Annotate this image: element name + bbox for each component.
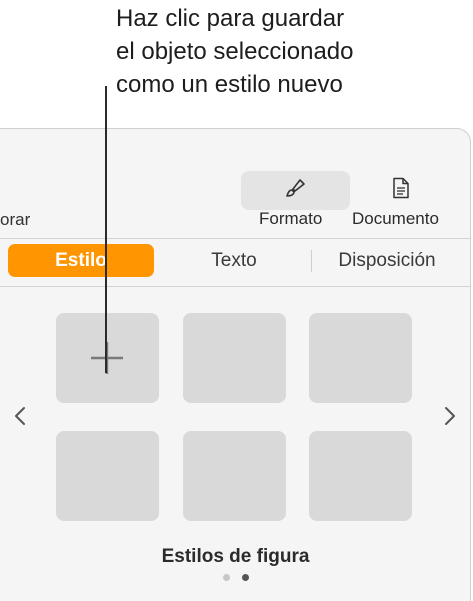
format-button-label[interactable]: Formato [259,209,322,229]
tab-texto[interactable]: Texto [169,244,299,277]
callout-line-3: como un estilo nuevo [116,71,343,98]
chevron-right-icon [444,406,456,431]
callout-line-1: Haz clic para guardar [116,5,345,32]
page-dot-1[interactable] [222,574,230,581]
tab-separator [311,250,312,272]
page-indicator[interactable] [0,574,471,581]
tabs-divider [0,286,470,287]
style-tile[interactable] [183,431,286,521]
style-tile[interactable] [309,313,412,403]
format-button[interactable] [241,171,350,210]
callout-line-2: el objeto seleccionado [116,38,354,65]
page-dot-2[interactable] [241,574,249,581]
style-tile[interactable] [183,313,286,403]
document-button[interactable] [381,171,421,210]
document-button-label[interactable]: Documento [352,209,439,229]
next-page-button[interactable] [442,404,458,432]
toolbar-divider [0,238,470,239]
style-tile[interactable] [56,431,159,521]
tab-estilo[interactable]: Estilo [8,244,154,277]
callout-leader-line [105,86,107,373]
previous-page-button[interactable] [12,404,28,432]
document-icon [392,177,410,204]
shape-styles-label: Estilos de figura [161,546,310,567]
paintbrush-icon [284,176,308,205]
callout-text: Haz clic para guardar el objeto seleccio… [116,2,466,101]
chevron-left-icon [14,406,26,431]
toolbar-prev-label[interactable]: orar [0,210,30,230]
tab-disposicion[interactable]: Disposición [322,244,452,277]
plus-icon [89,340,125,381]
style-tile[interactable] [309,431,412,521]
add-style-tile[interactable] [56,313,159,403]
